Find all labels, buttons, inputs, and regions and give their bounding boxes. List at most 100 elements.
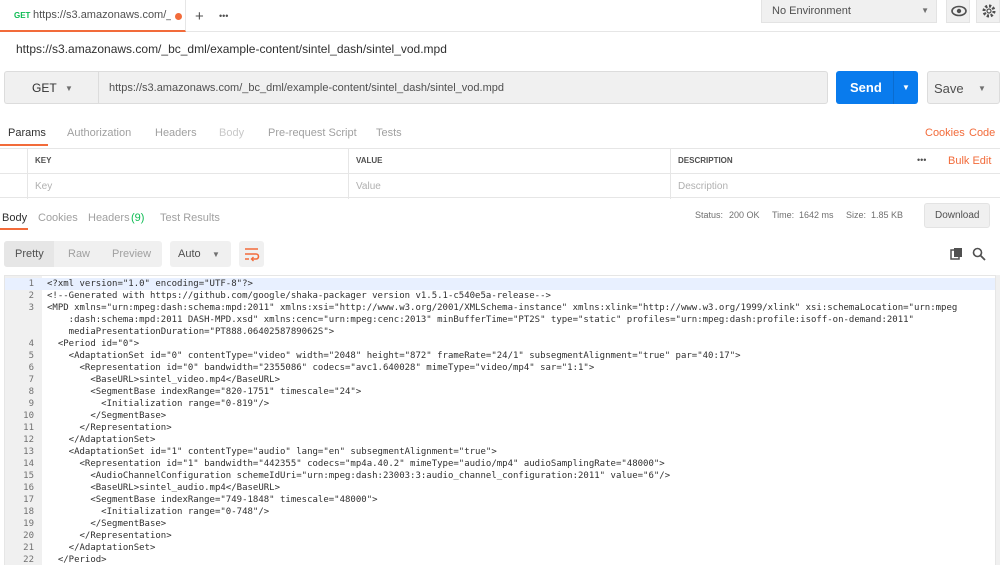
vertical-scrollbar[interactable]: [996, 275, 1000, 565]
code-line: 7 <BaseURL>sintel_video.mp4</BaseURL>: [5, 374, 995, 386]
key-input[interactable]: Key: [28, 174, 349, 199]
code-line: 18 <Initialization range="0-748"/>: [5, 506, 995, 518]
code-line: 11 </Representation>: [5, 422, 995, 434]
tab-tests[interactable]: Tests: [376, 127, 402, 139]
send-options-chevron-icon[interactable]: ▼: [902, 83, 910, 92]
tab-headers[interactable]: Headers: [155, 127, 197, 139]
search-icon: [972, 247, 986, 261]
response-body-viewer[interactable]: 1 <?xml version="1.0" encoding="UTF-8"?> 2…: [4, 275, 996, 565]
gear-icon: [982, 4, 996, 18]
code-text: </AdaptationSet>: [47, 435, 156, 445]
url-value: https://s3.amazonaws.com/_bc_dml/example…: [109, 82, 504, 94]
response-tab-test-results[interactable]: Test Results: [160, 212, 220, 224]
code-text: </SegmentBase>: [47, 519, 167, 529]
tab-params[interactable]: Params: [8, 127, 46, 139]
code-line: 2 <!--Generated with https://github.com/g…: [5, 290, 995, 302]
pretty-button[interactable]: Pretty: [15, 248, 44, 260]
params-empty-row: Key Value Description: [0, 174, 1000, 199]
method-select[interactable]: GET ▼: [4, 71, 98, 104]
code-text: </Representation>: [47, 531, 172, 541]
wrap-lines-icon: [245, 248, 260, 262]
code-text: <MPD xmlns="urn:mpeg:dash:schema:mpd:201…: [47, 303, 958, 313]
line-number: 7: [28, 375, 34, 385]
code-text: :dash:schema:mpd:2011 DASH-MPD.xsd" xmln…: [47, 315, 914, 325]
code-text: <!--Generated with https://github.com/go…: [47, 291, 551, 301]
tab-body[interactable]: Body: [219, 127, 244, 139]
search-button[interactable]: [972, 247, 986, 264]
line-number: 10: [23, 411, 34, 421]
size-value[interactable]: 1.85 KB: [871, 210, 903, 220]
environment-quick-look-button[interactable]: [946, 0, 970, 23]
tab-authorization[interactable]: Authorization: [67, 127, 131, 139]
manage-environments-button[interactable]: [976, 0, 1000, 23]
environment-select[interactable]: No Environment ▼: [761, 0, 937, 23]
code-text: <?xml version="1.0" encoding="UTF-8"?>: [47, 279, 253, 289]
send-divider: [893, 71, 894, 104]
code-line: :dash:schema:mpd:2011 DASH-MPD.xsd" xmln…: [5, 314, 995, 326]
save-button[interactable]: Save ▼: [927, 71, 1000, 104]
new-tab-button[interactable]: +: [195, 8, 204, 25]
line-number: 18: [23, 507, 34, 517]
code-line: 21 </AdaptationSet>: [5, 542, 995, 554]
tab-pre-request-script[interactable]: Pre-request Script: [268, 127, 357, 139]
key-header: KEY: [28, 149, 349, 174]
code-text: <AdaptationSet id="1" contentType="audio…: [47, 447, 497, 457]
code-line: 4 <Period id="0">: [5, 338, 995, 350]
code-link[interactable]: Code: [969, 127, 995, 139]
bulk-edit-link[interactable]: Bulk Edit: [948, 155, 991, 167]
response-tab-body[interactable]: Body: [2, 212, 27, 224]
row-check-cell[interactable]: [0, 174, 28, 199]
code-line: 6 <Representation id="0" bandwidth="2355…: [5, 362, 995, 374]
code-line: 20 </Representation>: [5, 530, 995, 542]
code-text: <BaseURL>sintel_audio.mp4</BaseURL>: [47, 483, 280, 493]
chevron-down-icon: ▼: [921, 6, 929, 15]
save-options-chevron-icon[interactable]: ▼: [978, 84, 986, 93]
line-number: 5: [28, 351, 34, 361]
code-line: 10 </SegmentBase>: [5, 410, 995, 422]
value-header: VALUE: [349, 149, 671, 174]
download-button[interactable]: Download: [924, 203, 990, 228]
value-input[interactable]: Value: [349, 174, 671, 199]
response-tab-cookies[interactable]: Cookies: [38, 212, 78, 224]
code-line: 9 <Initialization range="0-819"/>: [5, 398, 995, 410]
line-number: 17: [23, 495, 34, 505]
code-text: </Period>: [47, 555, 107, 565]
code-line: 16 <BaseURL>sintel_audio.mp4</BaseURL>: [5, 482, 995, 494]
time-value[interactable]: 1642 ms: [799, 210, 834, 220]
line-number: 1: [28, 279, 34, 289]
code-text: <SegmentBase indexRange="820-1751" times…: [47, 387, 362, 397]
save-label: Save: [934, 81, 964, 96]
code-text: mediaPresentationDuration="PT888.0640258…: [47, 327, 335, 337]
code-text: <Period id="0">: [47, 339, 140, 349]
request-tab[interactable]: GET https://s3.amazonaws.com/_bc_d: [0, 0, 186, 32]
eye-icon: [951, 5, 967, 17]
line-number: 19: [23, 519, 34, 529]
url-input[interactable]: https://s3.amazonaws.com/_bc_dml/example…: [98, 71, 828, 104]
row-check-cell: [0, 149, 28, 174]
method-label: GET: [32, 81, 57, 95]
preview-button[interactable]: Preview: [112, 248, 151, 260]
raw-button[interactable]: Raw: [68, 248, 90, 260]
code-text: </AdaptationSet>: [47, 543, 156, 553]
status-value[interactable]: 200 OK: [729, 210, 760, 220]
copy-button[interactable]: [950, 247, 964, 264]
wrap-lines-button[interactable]: [239, 241, 264, 267]
code-text: <AudioChannelConfiguration schemeIdUri="…: [47, 471, 671, 481]
response-tab-headers[interactable]: Headers: [88, 212, 130, 224]
line-number: 16: [23, 483, 34, 493]
params-table: KEY VALUE DESCRIPTION ••• Bulk Edit Key …: [0, 148, 1000, 199]
tab-options-button[interactable]: •••: [219, 11, 228, 21]
line-number: 20: [23, 531, 34, 541]
code-line: 3 <MPD xmlns="urn:mpeg:dash:schema:mpd:20…: [5, 302, 995, 314]
code-line: 19 </SegmentBase>: [5, 518, 995, 530]
code-text: <Representation id="1" bandwidth="442355…: [47, 459, 665, 469]
line-number: 6: [28, 363, 34, 373]
description-input[interactable]: Description: [671, 174, 1000, 199]
code-line: 13 <AdaptationSet id="1" contentType="au…: [5, 446, 995, 458]
cookies-link[interactable]: Cookies: [925, 127, 965, 139]
language-select[interactable]: Auto ▼: [170, 241, 231, 267]
send-button[interactable]: Send ▼: [836, 71, 918, 104]
chevron-down-icon: ▼: [212, 250, 220, 259]
copy-icon: [950, 248, 962, 260]
params-more-button[interactable]: •••: [917, 155, 926, 165]
